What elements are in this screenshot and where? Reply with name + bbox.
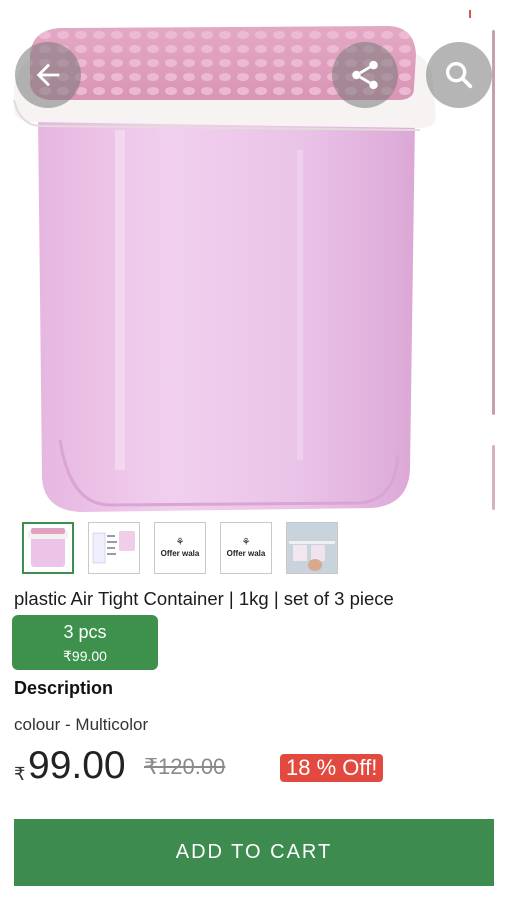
variant-label: 3 pcs xyxy=(63,621,107,642)
original-price: ₹120.00 xyxy=(144,754,226,779)
thumbnail-spec-sheet[interactable] xyxy=(88,522,140,574)
arrow-left-icon xyxy=(36,63,60,87)
back-button[interactable] xyxy=(15,42,81,108)
spec-sheet-thumb-image xyxy=(92,531,135,564)
thumbnail-logo[interactable]: ⚘ Offer wala xyxy=(220,522,272,574)
sale-price: 99.00 xyxy=(28,744,126,787)
variant-option[interactable]: 3 pcs ₹99.00 xyxy=(12,615,158,670)
share-button[interactable] xyxy=(332,42,398,108)
thumbnail-strip: ⚘ Offer wala ⚘ Offer wala xyxy=(22,522,338,574)
search-icon xyxy=(445,61,473,89)
thumbnail-container[interactable] xyxy=(22,522,74,574)
edge-marker xyxy=(469,10,471,18)
description-body: colour - Multicolor xyxy=(14,710,494,732)
search-button[interactable] xyxy=(426,42,492,108)
brand-logo: ⚘ Offer wala xyxy=(160,537,200,558)
thumbnail-kitchen[interactable] xyxy=(286,522,338,574)
description-heading: Description xyxy=(14,678,114,698)
image-edge xyxy=(492,30,495,415)
price-row: ₹ 99.00 ₹120.00 18 % Off! xyxy=(14,742,494,792)
kitchen-thumb-image xyxy=(287,523,337,573)
variant-price: ₹99.00 xyxy=(63,647,107,664)
product-title: plastic Air Tight Container | 1kg | set … xyxy=(14,588,394,609)
image-edge xyxy=(492,445,495,510)
container-thumb-image xyxy=(28,528,68,567)
currency-symbol: ₹ xyxy=(14,764,26,784)
add-to-cart-button[interactable]: ADD TO CART xyxy=(14,819,494,886)
share-icon xyxy=(352,60,378,90)
description-text: colour - Multicolor xyxy=(14,715,149,732)
thumbnail-logo[interactable]: ⚘ Offer wala xyxy=(154,522,206,574)
discount-badge: 18 % Off! xyxy=(280,754,384,782)
brand-logo: ⚘ Offer wala xyxy=(226,537,266,558)
